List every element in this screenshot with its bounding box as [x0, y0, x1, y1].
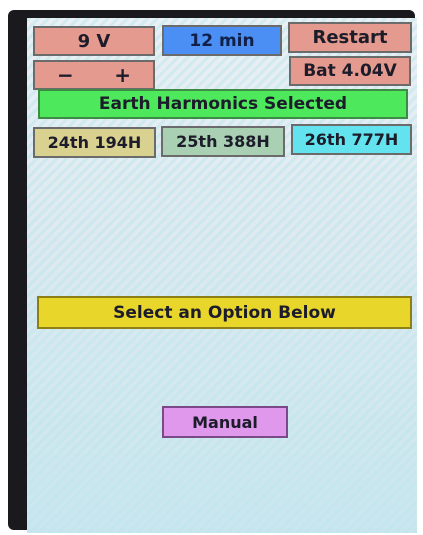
harmonic-button-24th[interactable]: 24th 194H	[33, 127, 156, 158]
voltage-button[interactable]: 9 V	[33, 26, 155, 56]
adjust-button[interactable]: − +	[33, 60, 155, 90]
option-prompt-banner: Select an Option Below	[37, 296, 412, 329]
minus-button[interactable]: −	[57, 63, 74, 87]
timer-label: 12 min	[189, 30, 255, 51]
selection-label: Earth Harmonics Selected	[98, 94, 348, 114]
prompt-label: Select an Option Below	[113, 302, 336, 323]
manual-label: Manual	[192, 412, 258, 432]
restart-button[interactable]: Restart	[288, 22, 412, 53]
battery-indicator: Bat 4.04V	[289, 56, 411, 86]
harmonic-button-25th[interactable]: 25th 388H	[161, 126, 285, 157]
harmonic-label: 24th 194H	[47, 133, 142, 152]
harmonic-button-26th[interactable]: 26th 777H	[291, 124, 412, 155]
voltage-label: 9 V	[77, 30, 111, 52]
timer-button[interactable]: 12 min	[162, 25, 282, 56]
harmonic-label: 26th 777H	[304, 130, 399, 149]
harmonic-label: 25th 388H	[176, 132, 270, 151]
restart-label: Restart	[312, 27, 388, 48]
plus-button[interactable]: +	[114, 63, 131, 87]
manual-button[interactable]: Manual	[162, 406, 288, 438]
selection-banner: Earth Harmonics Selected	[38, 89, 408, 119]
battery-label: Bat 4.04V	[303, 61, 397, 81]
touch-screen: 9 V 12 min Restart − + Bat 4.04V Earth H…	[27, 18, 417, 533]
